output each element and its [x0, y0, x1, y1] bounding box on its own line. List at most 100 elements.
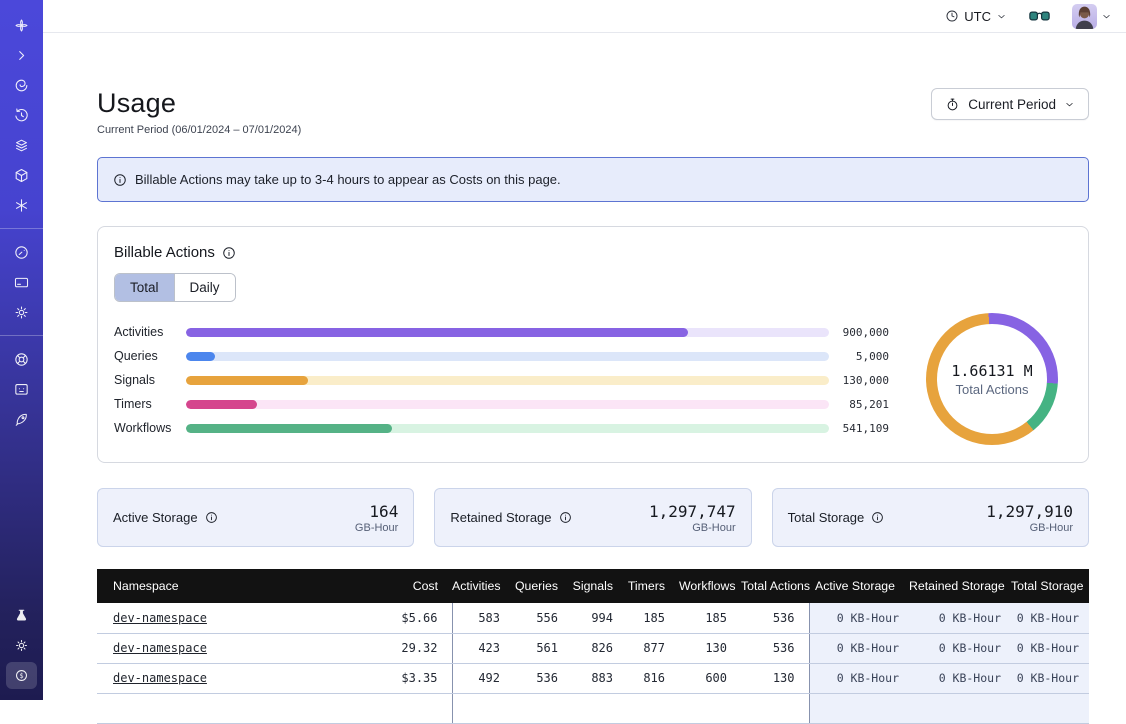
- info-icon[interactable]: [559, 511, 573, 525]
- namespaces-icon[interactable]: [6, 72, 37, 99]
- billable-view-tabs: Total Daily: [114, 273, 236, 302]
- pricing-coin-icon[interactable]: $: [6, 662, 37, 689]
- header-retained-storage: Retained Storage: [909, 569, 1011, 603]
- storage-card-number: 1,297,747 GB-Hour: [649, 502, 736, 534]
- bar-label: Activities: [114, 325, 186, 339]
- table-row-partial: [97, 693, 1089, 723]
- header-workflows: Workflows: [679, 569, 741, 603]
- layers-icon[interactable]: [6, 132, 37, 159]
- bar-value: 900,000: [841, 326, 889, 339]
- cell-total-actions: 130: [741, 663, 809, 693]
- bar-row-workflows: Workflows 541,109: [114, 416, 889, 440]
- nexus-asterisk-icon[interactable]: [6, 192, 37, 219]
- labs-flask-icon[interactable]: [6, 602, 37, 629]
- schedules-history-icon[interactable]: [6, 102, 37, 129]
- namespace-link[interactable]: dev-namespace: [113, 611, 207, 625]
- bar-track: [186, 400, 829, 409]
- usage-gauge-icon[interactable]: [6, 239, 37, 266]
- cell-activities: 423: [452, 633, 514, 663]
- info-icon: [113, 173, 127, 187]
- period-selector-label: Current Period: [968, 97, 1056, 112]
- chevron-down-icon: [1101, 11, 1112, 22]
- bar-track: [186, 352, 829, 361]
- info-icon[interactable]: [222, 246, 236, 260]
- bar-label: Timers: [114, 397, 186, 411]
- clock-icon: [945, 9, 959, 23]
- bar-row-activities: Activities 900,000: [114, 320, 889, 344]
- bar-label: Workflows: [114, 421, 186, 435]
- bar-fill: [186, 328, 688, 337]
- cell-namespace: dev-namespace: [97, 663, 345, 693]
- storage-card-label: Total Storage: [788, 510, 886, 525]
- bar-fill: [186, 400, 257, 409]
- cell-workflows: 185: [679, 603, 741, 633]
- bar-track: [186, 328, 829, 337]
- storage-card-number: 1,297,910 GB-Hour: [986, 502, 1073, 534]
- topbar: UTC: [43, 0, 1126, 33]
- timezone-label: UTC: [964, 9, 991, 24]
- cell-cost: $3.35: [345, 663, 452, 693]
- main-content: Usage Current Period (06/01/2024 – 07/01…: [43, 33, 1126, 700]
- sidebar: $: [0, 0, 43, 700]
- cell-workflows: 600: [679, 663, 741, 693]
- header-total-storage: Total Storage: [1011, 569, 1089, 603]
- glasses-icon[interactable]: [1029, 9, 1050, 24]
- storage-card-value: 1,297,747: [649, 502, 736, 521]
- sidebar-divider: [0, 228, 43, 229]
- cell-timers: 816: [627, 663, 679, 693]
- cell-signals: 994: [572, 603, 627, 633]
- total-actions-label: Total Actions: [956, 382, 1029, 397]
- cell-total-storage: 0 KB-Hour: [1011, 663, 1089, 693]
- header-total-actions: Total Actions: [741, 569, 809, 603]
- info-icon[interactable]: [871, 511, 885, 525]
- billing-card-icon[interactable]: [6, 269, 37, 296]
- settings-gear-icon[interactable]: [6, 299, 37, 326]
- timezone-selector[interactable]: UTC: [945, 9, 1007, 24]
- collapse-chevron-right-icon[interactable]: [6, 42, 37, 69]
- tab-total[interactable]: Total: [115, 274, 174, 301]
- storage-card-label-text: Retained Storage: [450, 510, 551, 525]
- bar-row-signals: Signals 130,000: [114, 368, 889, 392]
- avatar: [1072, 4, 1097, 29]
- cell-retained-storage: 0 KB-Hour: [909, 633, 1011, 663]
- header-signals: Signals: [572, 569, 627, 603]
- table-header-row: Namespace Cost Activities Queries Signal…: [97, 569, 1089, 603]
- bar-value: 130,000: [841, 374, 889, 387]
- cell-queries: 556: [514, 603, 572, 633]
- tab-daily[interactable]: Daily: [174, 274, 235, 301]
- temporal-logo-icon[interactable]: [6, 12, 37, 39]
- table-row: dev-namespace $3.35 492 536 883 816 600 …: [97, 663, 1089, 693]
- cube-icon[interactable]: [6, 162, 37, 189]
- getting-started-rocket-icon[interactable]: [6, 406, 37, 433]
- storage-card-label-text: Active Storage: [113, 510, 198, 525]
- cell-queries: 561: [514, 633, 572, 663]
- cell-signals: 826: [572, 633, 627, 663]
- namespace-link[interactable]: dev-namespace: [113, 641, 207, 655]
- header-cost: Cost: [345, 569, 452, 603]
- account-menu[interactable]: [1072, 4, 1112, 29]
- bar-fill: [186, 352, 215, 361]
- feedback-panel-icon[interactable]: [6, 376, 37, 403]
- cell-namespace: dev-namespace: [97, 633, 345, 663]
- stopwatch-icon: [945, 97, 960, 112]
- period-selector-button[interactable]: Current Period: [931, 88, 1089, 120]
- storage-card-number: 164 GB-Hour: [355, 502, 398, 534]
- storage-card-unit: GB-Hour: [649, 522, 736, 534]
- storage-card: Total Storage 1,297,910 GB-Hour: [772, 488, 1089, 547]
- svg-text:$: $: [19, 672, 23, 680]
- table-row: dev-namespace 29.32 423 561 826 877 130 …: [97, 633, 1089, 663]
- storage-card-label-text: Total Storage: [788, 510, 865, 525]
- namespace-link[interactable]: dev-namespace: [113, 671, 207, 685]
- bar-value: 541,109: [841, 422, 889, 435]
- info-icon[interactable]: [205, 511, 219, 525]
- bar-value: 5,000: [841, 350, 889, 363]
- cell-namespace: dev-namespace: [97, 603, 345, 633]
- cell-queries: 536: [514, 663, 572, 693]
- storage-summary-row: Active Storage 164 GB-Hour Retained Stor…: [97, 488, 1089, 547]
- theme-sun-icon[interactable]: [6, 632, 37, 659]
- bar-row-queries: Queries 5,000: [114, 344, 889, 368]
- storage-card-unit: GB-Hour: [355, 522, 398, 534]
- header-queries: Queries: [514, 569, 572, 603]
- cell-timers: 877: [627, 633, 679, 663]
- support-lifebuoy-icon[interactable]: [6, 346, 37, 373]
